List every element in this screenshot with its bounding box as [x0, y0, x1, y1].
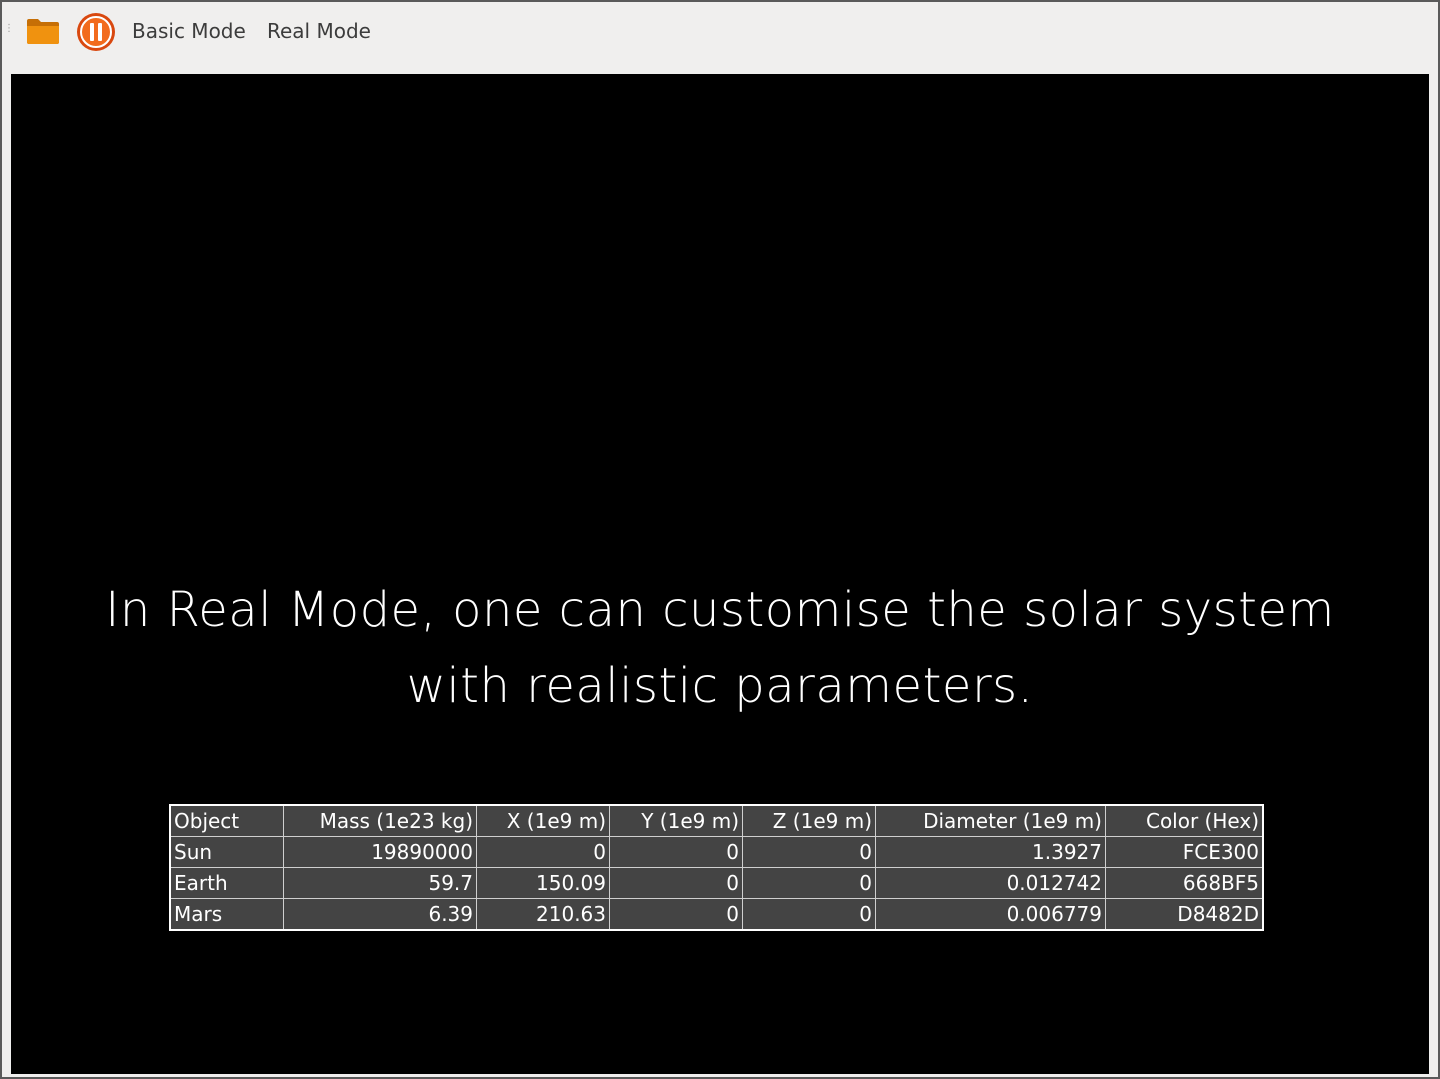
parameters-table: Object Mass (1e23 kg) X (1e9 m) Y (1e9 m…: [169, 804, 1264, 931]
cell-color: D8482D: [1105, 898, 1264, 931]
cell-y: 0: [609, 836, 743, 868]
cell-z: 0: [742, 898, 876, 931]
cell-y: 0: [609, 867, 743, 899]
cell-x: 150.09: [476, 867, 610, 899]
table-row: Mars 6.39 210.63 0 0 0.006779 D8482D: [169, 898, 1264, 931]
cell-x: 210.63: [476, 898, 610, 931]
cell-z: 0: [742, 836, 876, 868]
header-mass: Mass (1e23 kg): [283, 804, 477, 837]
caption-line-2: with realistic parameters.: [406, 658, 1034, 714]
table-header-row: Object Mass (1e23 kg) X (1e9 m) Y (1e9 m…: [169, 804, 1264, 837]
app-window: ⋮ Basic Mode Real Mode In Real Mode, one…: [0, 0, 1440, 1079]
cell-diameter: 0.012742: [875, 867, 1106, 899]
table-row: Sun 19890000 0 0 0 1.3927 FCE300: [169, 836, 1264, 868]
folder-icon[interactable]: [26, 17, 60, 45]
header-x: X (1e9 m): [476, 804, 610, 837]
cell-x: 0: [476, 836, 610, 868]
header-object: Object: [169, 804, 284, 837]
cell-diameter: 0.006779: [875, 898, 1106, 931]
cell-mass: 19890000: [283, 836, 477, 868]
header-z: Z (1e9 m): [742, 804, 876, 837]
cell-color: FCE300: [1105, 836, 1264, 868]
caption-line-1: In Real Mode, one can customise the sola…: [105, 582, 1335, 638]
simulation-canvas[interactable]: In Real Mode, one can customise the sola…: [11, 74, 1429, 1074]
cell-color: 668BF5: [1105, 867, 1264, 899]
pause-icon[interactable]: [76, 12, 116, 52]
basic-mode-button[interactable]: Basic Mode: [132, 16, 246, 46]
real-mode-button[interactable]: Real Mode: [267, 16, 371, 46]
cell-object: Sun: [169, 836, 284, 868]
cell-object: Mars: [169, 898, 284, 931]
header-diameter: Diameter (1e9 m): [875, 804, 1106, 837]
cell-z: 0: [742, 867, 876, 899]
table-row: Earth 59.7 150.09 0 0 0.012742 668BF5: [169, 867, 1264, 899]
cell-mass: 59.7: [283, 867, 477, 899]
toolbar-grip-handle[interactable]: ⋮: [4, 24, 14, 39]
header-y: Y (1e9 m): [609, 804, 743, 837]
cell-mass: 6.39: [283, 898, 477, 931]
cell-diameter: 1.3927: [875, 836, 1106, 868]
cell-object: Earth: [169, 867, 284, 899]
header-color: Color (Hex): [1105, 804, 1264, 837]
intro-caption: In Real Mode, one can customise the sola…: [11, 572, 1429, 724]
cell-y: 0: [609, 898, 743, 931]
toolbar: ⋮ Basic Mode Real Mode: [2, 2, 1438, 72]
